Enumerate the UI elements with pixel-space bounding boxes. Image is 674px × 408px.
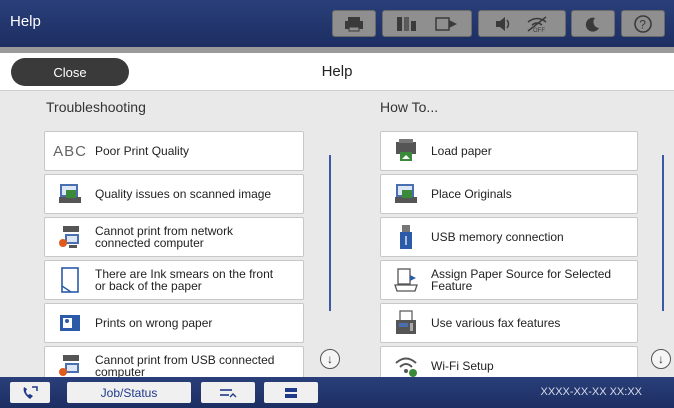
svg-text:?: ? [639,17,646,31]
printer-icon [345,16,363,31]
arrow-down-icon: ↓ [327,352,333,366]
wifi-setup-icon [389,352,423,377]
list-item-usb-print[interactable]: Cannot print from USB connected computer [44,346,304,377]
volume-icon [496,16,510,31]
phone-icon [23,385,38,399]
header-bar: Close Help [0,53,674,91]
list-item-label-line2: connected computer [95,236,204,250]
list-item-wifi-setup[interactable]: Wi-Fi Setup [380,346,638,377]
app-title: Help [10,13,41,30]
usb-computer-error-icon [53,352,87,377]
howto-scrollbar[interactable] [662,155,664,311]
list-item-label: Wi-Fi Setup [431,359,494,373]
help-icon: ? [634,14,652,33]
list-item-label: There are Ink smears on the front or bac… [95,268,273,292]
list-item-label-line2: computer [95,365,146,377]
supplies-status-button[interactable] [382,10,472,37]
sleep-icon [585,17,599,32]
list-item-ink-smears[interactable]: There are Ink smears on the front or bac… [44,260,304,300]
list-item-label: Cannot print from USB connected computer [95,354,274,377]
howto-heading: How To... [380,99,439,115]
usb-memory-icon [389,223,423,251]
list-item-label: Poor Print Quality [95,144,190,158]
list-item-label: Prints on wrong paper [95,316,213,330]
stop-button[interactable] [264,382,318,403]
ink-icon [397,16,416,31]
page-title: Help [321,63,353,80]
abc-text-icon: ABC [53,142,87,160]
list-item-wrong-paper[interactable]: Prints on wrong paper [44,303,304,343]
place-originals-icon [389,180,423,208]
list-item-label: USB memory connection [431,230,564,244]
fax-icon [389,309,423,337]
help-content: Troubleshooting ABC Poor Print Quality Q… [0,91,674,377]
datetime: XXXX-XX-XX XX:XX [540,386,642,398]
load-paper-icon [389,137,423,165]
troubleshooting-heading: Troubleshooting [46,99,146,115]
paper-source-icon [389,266,423,294]
paper-icon [435,16,457,31]
job-list-button[interactable] [201,382,255,403]
howto-scroll-down-button[interactable]: ↓ [651,349,671,369]
svg-text:OFF: OFF [533,28,545,33]
list-item-label: Use various fax features [431,316,561,330]
list-item-poor-print-quality[interactable]: ABC Poor Print Quality [44,131,304,171]
list-item-label: Cannot print from network connected comp… [95,225,233,249]
list-item-scanned-image[interactable]: Quality issues on scanned image [44,174,304,214]
status-bar: Help OFF ? [0,0,674,47]
list-item-usb-memory[interactable]: USB memory connection [380,217,638,257]
job-status-button[interactable]: Job/Status [67,382,191,403]
list-item-place-originals[interactable]: Place Originals [380,174,638,214]
list-item-label: Place Originals [431,187,512,201]
list-item-label-line2: or back of the paper [95,279,202,293]
list-item-fax-features[interactable]: Use various fax features [380,303,638,343]
arrow-down-icon: ↓ [658,352,664,366]
printer-status-button[interactable] [332,10,376,37]
wrong-paper-icon [53,309,87,337]
scanner-icon [53,180,87,208]
stop-icon [285,387,297,398]
job-list-icon [220,388,237,397]
sleep-button[interactable] [571,10,615,37]
list-item-label: Quality issues on scanned image [95,187,272,201]
paper-smear-icon [53,266,87,294]
network-sound-button[interactable]: OFF [478,10,566,37]
fax-call-button[interactable] [10,382,50,403]
help-button[interactable]: ? [621,10,665,37]
list-item-load-paper[interactable]: Load paper [380,131,638,171]
list-item-assign-paper-source[interactable]: Assign Paper Source for Selected Feature [380,260,638,300]
bottom-bar: Job/Status XXXX-XX-XX XX:XX [0,377,674,408]
troubleshooting-scroll-down-button[interactable]: ↓ [320,349,340,369]
wifi-off-icon: OFF [527,15,547,33]
list-item-label: Assign Paper Source for Selected Feature [431,268,611,292]
list-item-network-print[interactable]: Cannot print from network connected comp… [44,217,304,257]
troubleshooting-scrollbar[interactable] [329,155,331,311]
list-item-label-line2: Feature [431,279,473,293]
network-computer-error-icon [53,223,87,251]
list-item-label: Load paper [431,144,492,158]
